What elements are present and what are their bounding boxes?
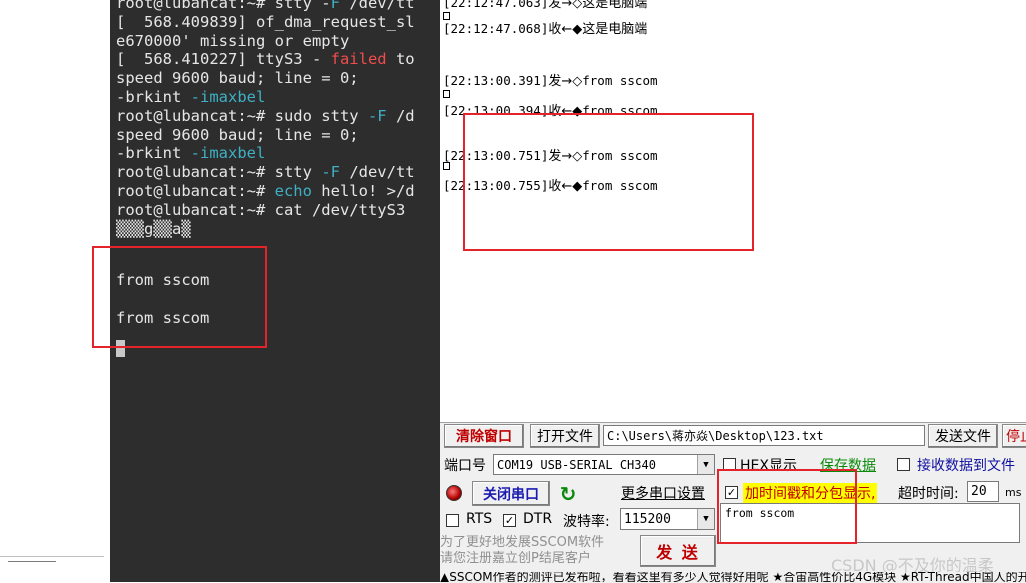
terminal-segment: -imaxbel xyxy=(190,144,266,163)
receive-direction: 发→◇ xyxy=(548,74,583,89)
terminal-segment: /dev/tt xyxy=(339,163,415,182)
terminal-segment: root@lubancat:~# xyxy=(116,181,275,200)
port-status-led-icon xyxy=(446,485,462,501)
port-select[interactable]: COM19 USB-SERIAL CH340 ▼ xyxy=(493,454,715,475)
highlight-box-receive xyxy=(463,113,754,251)
terminal-segment: -brkint xyxy=(116,87,191,106)
terminal-segment: [ 568.410227] ttyS3 - xyxy=(116,50,331,69)
terminal-line: root@lubancat:~# sudo stty -F /d xyxy=(116,107,415,126)
dtr-label: DTR xyxy=(523,511,553,527)
recv-to-file-label: 接收数据到文件 xyxy=(917,458,1015,474)
receive-direction: 发→◇ xyxy=(548,0,583,11)
terminal-line: root@lubancat:~# cat /dev/ttyS3 xyxy=(116,201,415,220)
baud-select[interactable]: 115200 ▼ xyxy=(620,508,715,530)
promo-line-1: 为了更好地发展SSCOM软件 xyxy=(440,535,605,550)
terminal-segment: speed 9600 baud; line = 0; xyxy=(116,125,359,144)
terminal-line: ▒▒▒g▒▒a▒ xyxy=(116,220,415,239)
terminal-segment: e670000' missing or empty xyxy=(116,31,350,50)
open-file-button[interactable]: 打开文件 xyxy=(530,424,600,448)
receive-text: 这是电脑端 xyxy=(582,0,648,11)
terminal-line: [ 568.409839] of_dma_request_sl xyxy=(116,13,415,32)
receive-line: [22:12:47.063]发→◇这是电脑端 xyxy=(443,0,647,11)
terminal-segment: failed xyxy=(330,50,387,69)
chevron-down-icon[interactable]: ▼ xyxy=(697,509,714,529)
dtr-checkbox[interactable]: ✓ xyxy=(503,514,516,527)
terminal-segment: ▒▒▒g▒▒a▒ xyxy=(116,219,191,238)
receive-line: [22:12:47.068]收←◆这是电脑端 xyxy=(443,18,647,37)
highlight-box-terminal xyxy=(92,246,267,348)
receive-timestamp: [22:12:47.068] xyxy=(443,21,549,36)
terminal-output: root@lubancat:~# stty -F /dev/tt[ 568.40… xyxy=(116,0,415,238)
send-file-button[interactable]: 发送文件 xyxy=(928,424,998,448)
terminal-line: speed 9600 baud; line = 0; xyxy=(116,126,415,145)
scrollbar-track[interactable] xyxy=(0,556,104,557)
terminal-segment: hello! >/d xyxy=(311,181,415,200)
terminal-segment: root@lubancat:~# stty - xyxy=(116,0,331,12)
receive-timestamp: [22:13:00.391] xyxy=(443,73,549,88)
terminal-line: root@lubancat:~# stty -F /dev/tt xyxy=(116,163,415,182)
terminal-line: root@lubancat:~# echo hello! >/d xyxy=(116,182,415,201)
promo-line-2: 请您注册嘉立创P结尾客户 xyxy=(440,551,591,566)
terminal-segment: -F xyxy=(367,106,387,125)
port-label: 端口号 xyxy=(444,458,486,474)
terminal-line: root@lubancat:~# stty -F /dev/tt xyxy=(116,0,415,13)
terminal-segment: /d xyxy=(386,106,415,125)
highlight-box-panel xyxy=(717,469,857,544)
status-bar: ▲SSCOM作者的测评已发布啦，看看这里有多少人觉得好用呢 ★合宙高性价比4G模… xyxy=(440,572,1026,582)
timeout-label: 超时时间: xyxy=(898,486,959,502)
file-path-field[interactable]: C:\Users\蒋亦焱\Desktop\123.txt xyxy=(603,425,925,446)
baud-label: 波特率: xyxy=(563,514,610,530)
rts-checkbox[interactable] xyxy=(446,514,459,527)
more-settings-link[interactable]: 更多串口设置 xyxy=(621,483,705,503)
terminal-segment: -brkint xyxy=(116,144,191,163)
timeout-unit: ms xyxy=(1005,486,1022,499)
scrollbar-thumb[interactable] xyxy=(8,561,56,562)
terminal-segment: -F xyxy=(321,163,340,182)
clear-window-button[interactable]: 清除窗口 xyxy=(444,424,524,448)
terminal-segment: -imaxbel xyxy=(190,87,266,106)
recv-to-file-checkbox[interactable] xyxy=(897,458,910,471)
refresh-icon[interactable]: ↻ xyxy=(556,482,580,506)
terminal-segment: [ 568.409839] of_dma_request_sl xyxy=(116,12,415,31)
unknown-char-box-icon xyxy=(443,90,450,98)
terminal-segment: root@lubancat:~# stty xyxy=(116,163,322,182)
rts-label: RTS xyxy=(466,511,493,527)
stop-button[interactable]: 停止 xyxy=(1002,424,1026,448)
terminal-segment: root@lubancat:~# cat /dev/ttyS3 xyxy=(116,200,406,219)
terminal-segment: F xyxy=(330,0,340,12)
receive-timestamp: [22:12:47.063] xyxy=(443,0,549,10)
receive-line: [22:13:00.391]发→◇from sscom xyxy=(443,70,658,89)
baud-value: 115200 xyxy=(624,511,671,527)
terminal-line: -brkint -imaxbel xyxy=(116,88,415,107)
port-value: COM19 USB-SERIAL CH340 xyxy=(497,457,656,472)
terminal-line: e670000' missing or empty xyxy=(116,32,415,51)
send-button[interactable]: 发 送 xyxy=(640,535,716,567)
terminal-line: [ 568.410227] ttyS3 - failed to xyxy=(116,50,415,69)
receive-text: 这是电脑端 xyxy=(582,22,648,37)
terminal-segment: to xyxy=(386,50,415,69)
timeout-input[interactable]: 20 xyxy=(967,481,999,502)
terminal-line: -brkint -imaxbel xyxy=(116,144,415,163)
receive-text: from sscom xyxy=(582,73,658,88)
close-port-button[interactable]: 关闭串口 xyxy=(472,481,550,506)
terminal-line: speed 9600 baud; line = 0; xyxy=(116,69,415,88)
chevron-down-icon[interactable]: ▼ xyxy=(697,455,714,474)
receive-direction: 收←◆ xyxy=(548,22,583,37)
terminal-segment: echo xyxy=(274,181,312,200)
terminal-segment: root@lubancat:~# sudo stty xyxy=(116,106,368,125)
terminal-segment: /dev/tt xyxy=(339,0,415,12)
terminal-segment: speed 9600 baud; line = 0; xyxy=(116,69,359,88)
